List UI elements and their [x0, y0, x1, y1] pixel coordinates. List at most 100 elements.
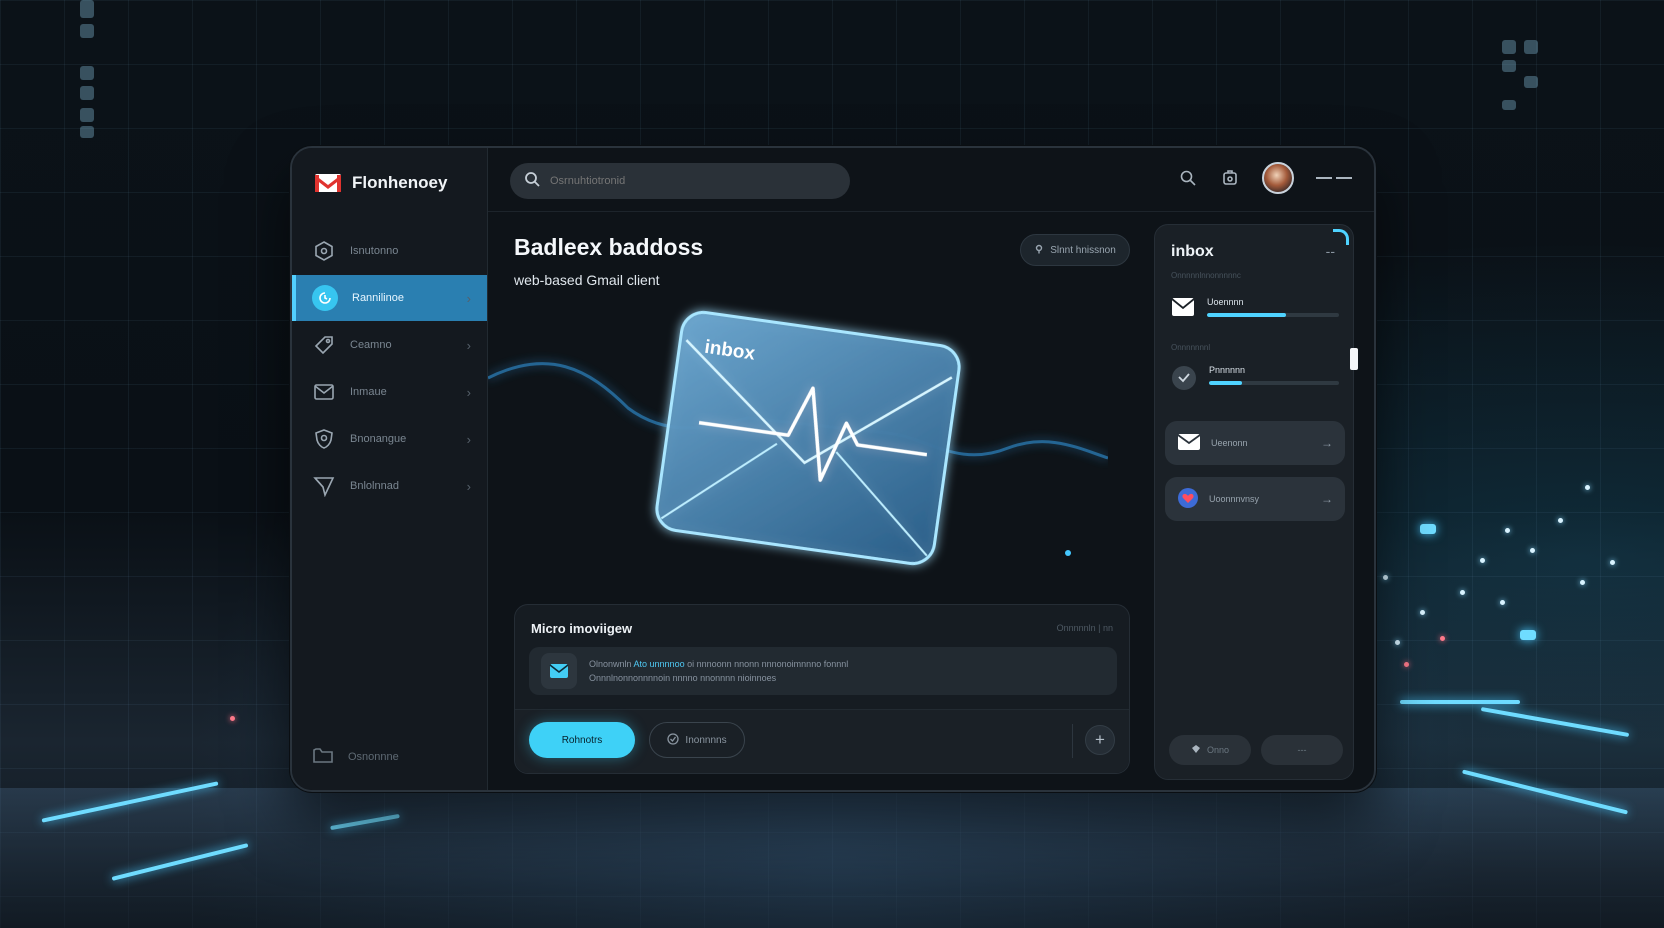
sidebar-item-1[interactable]: Rannilinoe › — [292, 275, 487, 321]
sidebar-item-label: Inmaue — [350, 386, 387, 398]
heart-icon — [1177, 487, 1199, 511]
particle — [1610, 560, 1615, 565]
deco-bar — [80, 24, 94, 38]
micro-overview-panel: Micro imoviigew Onnnnnln | nn Olnonwnln … — [514, 604, 1130, 774]
tag-icon — [312, 333, 336, 357]
deco-bar — [80, 126, 94, 138]
particle — [1505, 528, 1510, 533]
footer-pill-1[interactable]: --- — [1261, 735, 1343, 765]
particle — [230, 716, 235, 721]
particle — [1480, 558, 1485, 563]
micro-item-text: Olnonwnln Ato unnnnoo oi nnnoonn nnonn n… — [589, 657, 848, 685]
panel-accent — [1333, 229, 1349, 245]
shield-icon — [312, 427, 336, 451]
particle — [1395, 640, 1400, 645]
sidebar-item-label: Bnonangue — [350, 433, 407, 445]
search-input[interactable] — [550, 175, 830, 187]
sidebar: Flonhenoey Isnutonno Rannilinoe › Ceamno… — [292, 148, 488, 790]
deco-bar — [1502, 100, 1516, 110]
secondary-button[interactable]: Inonnnns — [649, 722, 745, 758]
notification-icon[interactable] — [1220, 168, 1240, 188]
sidebar-nav: Isnutonno Rannilinoe › Ceamno › Inmaue ›… — [292, 228, 487, 509]
micro-item-line1: Olnonwnln — [589, 659, 634, 669]
deco-bar — [80, 86, 94, 100]
search-bar[interactable] — [510, 163, 850, 199]
hero-action-button[interactable]: Slnnt hnissnon — [1020, 234, 1130, 266]
light-streak — [1520, 630, 1536, 640]
primary-button[interactable]: Rohnotrs — [529, 722, 635, 758]
inbox-card-label: Uoonnnvnsy — [1209, 494, 1260, 504]
topbar-actions — [1178, 162, 1352, 194]
particle — [1530, 548, 1535, 553]
deco-bar — [80, 108, 94, 122]
sidebar-item-label: Ceamno — [350, 339, 392, 351]
hexagon-icon — [312, 239, 336, 263]
gmail-logo-icon — [314, 172, 342, 194]
chevron-right-icon: › — [466, 337, 471, 353]
page-subtitle: web-based Gmail client — [514, 272, 660, 288]
send-icon — [312, 474, 336, 498]
clock-icon — [312, 285, 338, 311]
check-circle-icon — [667, 732, 680, 748]
chevron-right-icon: › — [466, 478, 471, 494]
app-name: Flonhenoey — [352, 173, 448, 192]
sidebar-item-label: Isnutonno — [350, 245, 399, 257]
particle — [1383, 575, 1388, 580]
sidebar-footer[interactable]: Osnonnne — [312, 745, 399, 768]
deco-bar — [1502, 40, 1516, 54]
add-button[interactable]: + — [1085, 725, 1115, 755]
sidebar-item-2[interactable]: Ceamno › — [292, 322, 487, 368]
arrow-right-icon: → — [1321, 436, 1333, 450]
chevron-right-icon: › — [466, 384, 471, 400]
brand[interactable]: Flonhenoey — [292, 148, 487, 218]
sidebar-item-label: Bnlolnnad — [350, 480, 399, 492]
particle — [1404, 662, 1409, 667]
search-icon[interactable] — [1178, 168, 1198, 188]
deco-bar — [1524, 40, 1538, 54]
deco-bar — [1524, 76, 1538, 88]
menu-icon[interactable] — [1316, 177, 1352, 179]
inbox-card-0[interactable]: Ueenonn → — [1165, 421, 1345, 465]
micro-panel-meta: Onnnnnln | nn — [1056, 623, 1113, 633]
side-panel-title: inbox — [1171, 243, 1214, 260]
particle — [1500, 600, 1505, 605]
hero-action-label: Slnnt hnissnon — [1050, 244, 1116, 256]
avatar[interactable] — [1262, 162, 1294, 194]
footer-pill-label: --- — [1297, 745, 1307, 755]
sidebar-item-4[interactable]: Bnonangue › — [292, 416, 487, 462]
particle — [1440, 636, 1445, 641]
list-item-label: Pnnnnnn — [1209, 365, 1246, 375]
pin-icon — [1191, 744, 1201, 756]
footer-pill-label: Onno — [1206, 745, 1230, 755]
app-window: Flonhenoey Isnutonno Rannilinoe › Ceamno… — [290, 146, 1376, 792]
particle — [1585, 485, 1590, 490]
topbar — [488, 148, 1374, 212]
sidebar-item-0[interactable]: Isnutonno — [292, 228, 487, 274]
check-circle-icon — [1171, 365, 1197, 396]
mail-icon — [541, 653, 577, 689]
mail-icon — [312, 380, 336, 404]
sidebar-item-3[interactable]: Inmaue › — [292, 369, 487, 415]
list-item[interactable]: Olnonwnln Ato unnnnoo oi nnnoonn nnonn n… — [529, 647, 1117, 695]
side-panel-footer: Onno --- — [1169, 735, 1343, 765]
progress-bar — [1209, 381, 1339, 385]
mail-icon — [1177, 433, 1201, 453]
inbox-card-1[interactable]: Uoonnnvnsy → — [1165, 477, 1345, 521]
list-item[interactable]: Uoennnn — [1171, 297, 1339, 322]
sidebar-footer-label: Osnonnne — [348, 750, 399, 763]
divider — [1072, 724, 1073, 758]
sidebar-item-label: Rannilinoe — [352, 292, 404, 304]
scrollbar-handle[interactable] — [1350, 348, 1358, 370]
chevron-right-icon: › — [466, 431, 471, 447]
collapse-icon[interactable]: -- — [1326, 243, 1335, 259]
chevron-right-icon: › — [466, 290, 471, 306]
sidebar-item-5[interactable]: Bnlolnnad › — [292, 463, 487, 509]
arrow-right-icon: → — [1321, 492, 1333, 506]
progress-fill — [1209, 381, 1242, 385]
inbox-side-panel: inbox -- Onnnnnlnnonnnnnc Uoennnn Onnnnn… — [1154, 224, 1354, 780]
progress-bar — [1207, 313, 1339, 317]
deco-bar — [1502, 60, 1516, 72]
footer-pill-0[interactable]: Onno — [1169, 735, 1251, 765]
micro-item-highlight: Ato unnnnoo — [633, 659, 685, 669]
list-item[interactable]: Pnnnnnn — [1171, 365, 1339, 396]
